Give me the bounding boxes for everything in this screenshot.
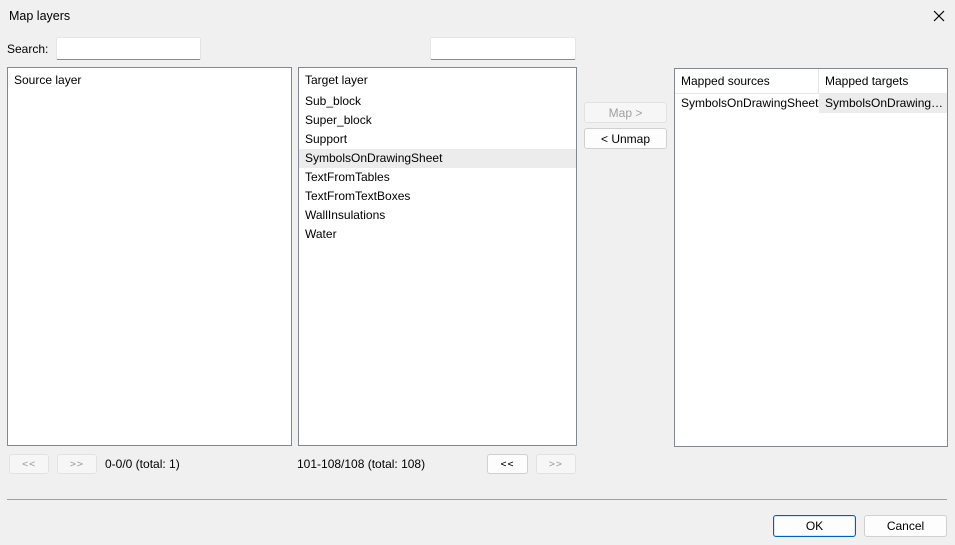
list-item[interactable]: Super_block: [299, 111, 576, 130]
close-button[interactable]: [929, 6, 949, 26]
source-pager-status: 0-0/0 (total: 1): [105, 457, 180, 471]
cancel-button[interactable]: Cancel: [864, 515, 947, 537]
target-search-input[interactable]: [430, 37, 576, 60]
list-item[interactable]: TextFromTables: [299, 168, 576, 187]
table-row[interactable]: SymbolsOnDrawingSheet SymbolsOnDrawingSh…: [675, 93, 947, 113]
unmap-button[interactable]: < Unmap: [584, 128, 667, 149]
source-prev-page-button[interactable]: <<: [9, 454, 49, 474]
list-item[interactable]: TextFromTextBoxes: [299, 187, 576, 206]
source-next-page-button[interactable]: >>: [57, 454, 97, 474]
target-layer-header: Target layer: [305, 73, 368, 87]
mapped-target-cell[interactable]: SymbolsOnDrawingSheet: [819, 93, 947, 113]
mapped-layers-grid[interactable]: Mapped sources Mapped targets SymbolsOnD…: [674, 68, 948, 447]
source-layer-header: Source layer: [14, 73, 82, 87]
mapped-source-cell[interactable]: SymbolsOnDrawingSheet: [675, 93, 819, 113]
close-icon: [933, 10, 945, 22]
target-prev-page-button[interactable]: <<: [487, 454, 528, 474]
window-title: Map layers: [9, 9, 71, 23]
list-item[interactable]: WallInsulations: [299, 206, 576, 225]
target-next-page-button[interactable]: >>: [536, 454, 576, 474]
target-pager-status: 101-108/108 (total: 108): [297, 457, 426, 471]
list-item[interactable]: Sub_block: [299, 92, 576, 111]
source-layer-list[interactable]: Source layer: [7, 67, 292, 446]
footer-divider: [7, 499, 947, 500]
ok-button[interactable]: OK: [773, 515, 856, 537]
source-search-input[interactable]: [56, 37, 201, 60]
column-header-mapped-sources[interactable]: Mapped sources: [675, 69, 819, 93]
map-button[interactable]: Map >: [584, 102, 667, 123]
column-header-mapped-targets[interactable]: Mapped targets: [819, 69, 947, 93]
list-item[interactable]: Support: [299, 130, 576, 149]
target-layer-list[interactable]: Target layer Sub_block Super_block Suppo…: [298, 67, 577, 446]
list-item[interactable]: Water: [299, 225, 576, 244]
list-item-selected[interactable]: SymbolsOnDrawingSheet: [299, 149, 576, 168]
search-label: Search:: [7, 42, 49, 56]
